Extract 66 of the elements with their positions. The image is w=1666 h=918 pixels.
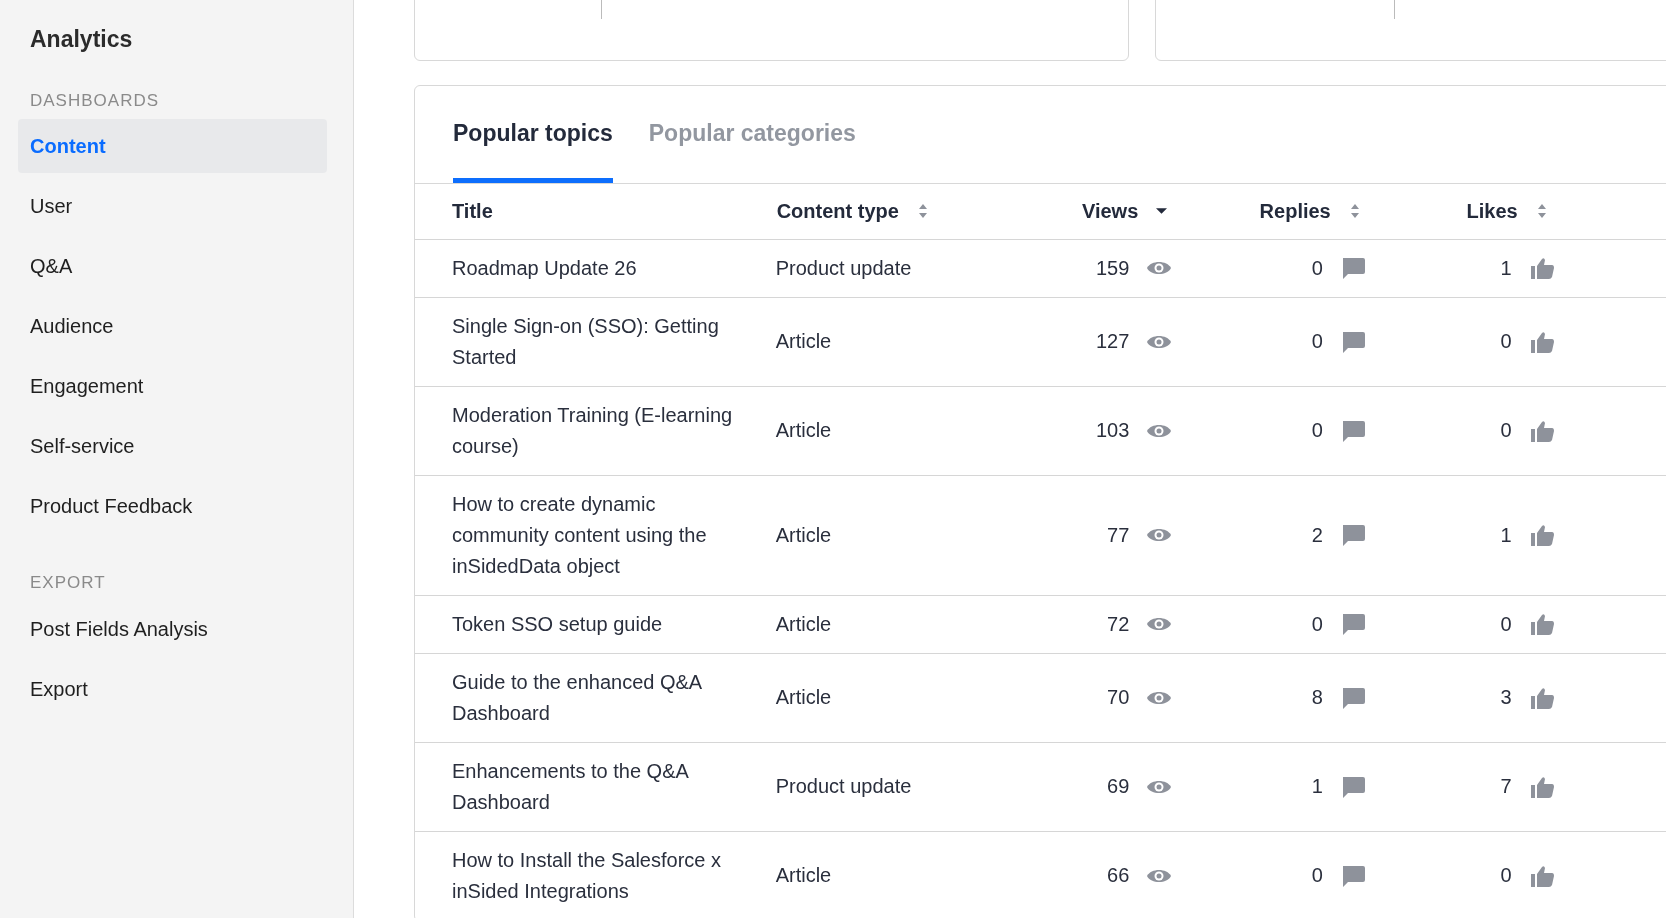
thumbs-up-icon bbox=[1528, 863, 1555, 888]
section-heading: DASHBOARDS bbox=[29, 89, 161, 112]
table-cell-text: 159 bbox=[1095, 255, 1130, 281]
thumbs-up-icon bbox=[1528, 523, 1555, 547]
table-cell: Article bbox=[775, 330, 832, 352]
table-cell-text: 77 bbox=[1107, 522, 1130, 548]
table-cell: Product update bbox=[775, 775, 912, 797]
table-cell-text: 103 bbox=[1095, 418, 1130, 443]
sidebar-item[interactable]: Post Fields Analysis bbox=[18, 601, 327, 656]
table-cell-text: 72 bbox=[1107, 611, 1130, 637]
table-cell-text: 3 bbox=[1500, 685, 1512, 710]
table-cell-text: 0 bbox=[1311, 329, 1323, 354]
table-cell: Guide to the enhanced Q&A Dashboard bbox=[452, 670, 702, 724]
table-cell-text: 0 bbox=[1500, 611, 1512, 637]
table-cell-text: 127 bbox=[1095, 329, 1130, 354]
thumbs-up-icon bbox=[1528, 774, 1555, 799]
table-cell-text: 0 bbox=[1500, 329, 1512, 354]
table-cell: How to Install the Salesforce x inSided Integrations bbox=[452, 848, 721, 902]
sidebar-item[interactable]: Self-service bbox=[18, 419, 327, 473]
thumbs-up-icon bbox=[1528, 685, 1555, 710]
table-cell-text: 69 bbox=[1107, 774, 1130, 799]
table-cell-text: 1 bbox=[1311, 774, 1323, 799]
sidebar-item[interactable]: Q&A bbox=[18, 239, 327, 293]
table-cell-text: 0 bbox=[1311, 255, 1323, 281]
table-cell: Roadmap Update 26 bbox=[452, 256, 637, 279]
table-cell-text: 0 bbox=[1311, 418, 1323, 443]
thumbs-up-icon bbox=[1528, 256, 1555, 280]
sidebar-title: Analytics bbox=[29, 25, 134, 54]
column-header: Likes bbox=[1466, 199, 1518, 225]
table-cell-text: 0 bbox=[1500, 418, 1512, 443]
table-cell: Moderation Training (E-learning course) bbox=[452, 403, 733, 457]
column-header: Views bbox=[1081, 199, 1139, 225]
column-header: Title bbox=[452, 199, 493, 225]
table-cell: Token SSO setup guide bbox=[452, 612, 663, 635]
column-header: Content type bbox=[776, 199, 899, 225]
table-cell: Article bbox=[775, 612, 832, 635]
table-cell-text: 7 bbox=[1500, 774, 1512, 799]
column-header: Replies bbox=[1259, 199, 1331, 225]
table-cell-text: 1 bbox=[1500, 522, 1512, 548]
table-cell-text: 2 bbox=[1311, 522, 1323, 548]
thumbs-up-icon bbox=[1528, 418, 1555, 443]
sidebar-item[interactable]: Content bbox=[18, 119, 327, 173]
table-cell: Enhancements to the Q&A Dashboard bbox=[452, 759, 688, 813]
sidebar-item[interactable]: User bbox=[18, 179, 327, 233]
table-cell: Product update bbox=[775, 256, 912, 279]
sidebar-item[interactable]: Product Feedback bbox=[18, 479, 327, 533]
table-cell: Article bbox=[775, 686, 832, 708]
table-cell: Article bbox=[775, 864, 832, 886]
table-cell: How to create dynamic community content using the inSidedData object bbox=[452, 492, 707, 577]
table-cell: Article bbox=[775, 523, 832, 546]
table-cell: Single Sign-on (SSO): Getting Started bbox=[452, 314, 719, 368]
sidebar-item[interactable]: Audience bbox=[18, 299, 327, 353]
table-cell-text: 1 bbox=[1500, 255, 1512, 281]
sidebar-item[interactable]: Engagement bbox=[18, 359, 327, 413]
tab[interactable]: Popular topics bbox=[453, 115, 613, 183]
table-cell-text: 0 bbox=[1500, 863, 1512, 888]
table-cell-text: 70 bbox=[1107, 685, 1130, 710]
table-cell-text: 0 bbox=[1311, 611, 1323, 637]
thumbs-up-icon bbox=[1528, 329, 1555, 354]
sidebar-item[interactable]: Export bbox=[18, 661, 327, 716]
table-cell-text: 8 bbox=[1311, 685, 1323, 710]
table-cell-text: 66 bbox=[1107, 863, 1130, 888]
section-heading: EXPORT bbox=[29, 572, 107, 594]
table-cell: Article bbox=[775, 419, 832, 441]
table-cell-text: 0 bbox=[1311, 863, 1323, 888]
thumbs-up-icon bbox=[1528, 612, 1555, 636]
